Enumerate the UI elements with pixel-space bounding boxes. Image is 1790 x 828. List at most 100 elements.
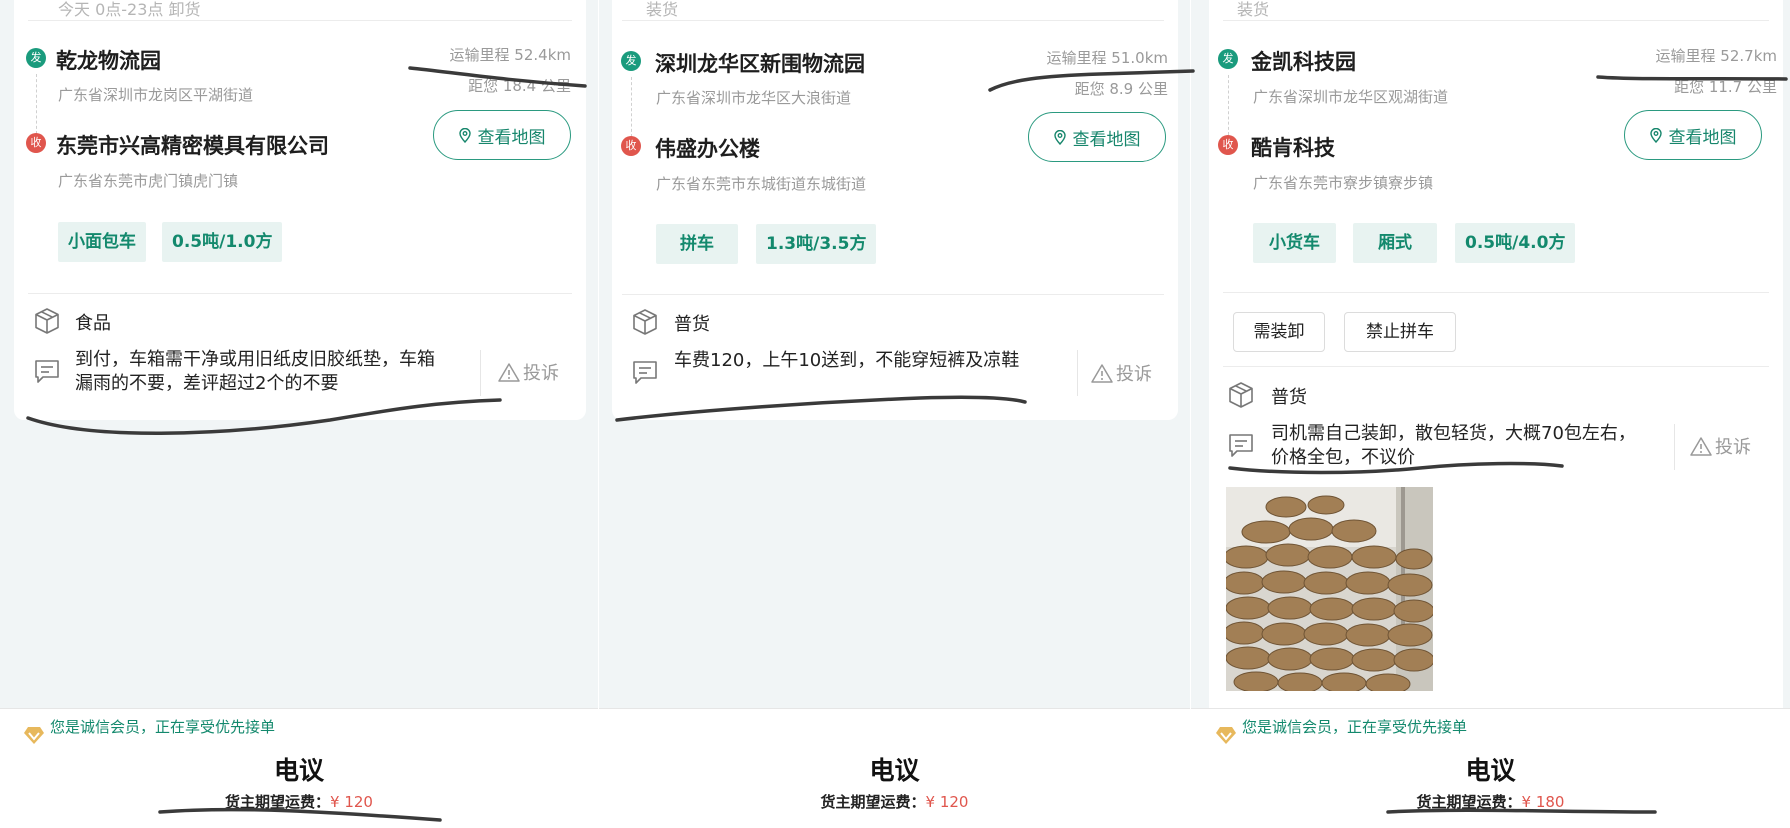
route-line xyxy=(1228,75,1229,135)
sender-address: 广东省深圳市龙岗区平湖街道 xyxy=(58,86,254,104)
location-pin-icon xyxy=(1054,130,1066,145)
price-mode: 电议 xyxy=(273,756,324,785)
receiver-name: 伟盛办公楼 xyxy=(655,137,760,161)
receiver-address: 广东省东莞市寮步镇寮步镇 xyxy=(1253,174,1434,192)
needs-loading-tag: 需装卸 xyxy=(1233,312,1325,352)
freight-label: 货主期望运费： xyxy=(820,793,926,811)
cargo-type: 食品 xyxy=(75,313,111,334)
view-map-label: 查看地图 xyxy=(477,127,546,148)
complain-label: 投诉 xyxy=(1116,364,1152,385)
cargo-type: 普货 xyxy=(1271,387,1307,408)
separator xyxy=(1077,350,1078,396)
view-map-button[interactable]: 查看地图 xyxy=(433,110,571,160)
member-notice: 您是诚信会员，正在享受优先接单 xyxy=(1242,718,1468,736)
no-carpool-tag: 禁止拼车 xyxy=(1344,312,1456,352)
order-card[interactable]: 装货 发 深圳龙华区新围物流园 广东省深圳市龙华区大浪街道 运输里程 51.0k… xyxy=(612,0,1178,420)
complain-label: 投诉 xyxy=(523,363,559,384)
bottom-bar: 您是诚信会员，正在享受优先接单 电议 货主期望运费：¥ 180 xyxy=(1191,708,1790,828)
separator xyxy=(480,350,481,396)
view-map-button[interactable]: 查看地图 xyxy=(1028,112,1166,162)
receiver-name: 酷肯科技 xyxy=(1251,136,1335,160)
price-mode: 电议 xyxy=(869,756,920,785)
route-line xyxy=(36,74,37,134)
capacity-tag: 1.3吨/3.5方 xyxy=(756,224,877,264)
divider xyxy=(622,294,1164,295)
freight-label: 货主期望运费： xyxy=(225,793,331,811)
freight-price: ¥ 180 xyxy=(1521,793,1565,811)
member-notice: 您是诚信会员，正在享受优先接单 xyxy=(50,718,276,736)
load-time: 装货 xyxy=(646,0,679,19)
freight-label: 货主期望运费： xyxy=(1416,793,1522,811)
send-badge: 发 xyxy=(1218,49,1238,69)
view-map-label: 查看地图 xyxy=(1072,129,1141,150)
divider xyxy=(28,293,572,294)
order-panel-3: 装货 发 金凯科技园 广东省深圳市龙华区观湖街道 运输里程 52.7km 距您 … xyxy=(1191,0,1790,828)
message-icon xyxy=(631,359,659,385)
route-line xyxy=(631,77,632,137)
distance-from-you: 距您 18.4 公里 xyxy=(468,77,571,95)
divider xyxy=(28,20,572,21)
send-badge: 发 xyxy=(621,51,641,71)
vip-heart-icon xyxy=(22,724,46,746)
divider xyxy=(622,20,1164,21)
receiver-address: 广东省东莞市东城街道东城街道 xyxy=(656,175,867,193)
complain-button[interactable]: 投诉 xyxy=(1690,433,1751,459)
load-time: 今天 0点-23点 卸货 xyxy=(58,0,201,19)
order-note: 到付，车箱需干净或用旧纸皮旧胶纸垫，车箱漏雨的不要，差评超过2个的不要 xyxy=(75,349,435,394)
order-card[interactable]: 今天 0点-23点 卸货 发 乾龙物流园 广东省深圳市龙岗区平湖街道 运输里程 … xyxy=(14,0,586,420)
vehicle-tag: 小面包车 xyxy=(58,222,146,262)
receive-badge: 收 xyxy=(26,133,46,153)
order-panel-1: 今天 0点-23点 卸货 发 乾龙物流园 广东省深圳市龙岗区平湖街道 运输里程 … xyxy=(0,0,598,828)
divider xyxy=(1223,292,1769,293)
view-map-button[interactable]: 查看地图 xyxy=(1624,110,1762,160)
distance-from-you: 距您 8.9 公里 xyxy=(1074,80,1168,98)
sender-address: 广东省深圳市龙华区大浪街道 xyxy=(656,89,852,107)
bottom-bar: 您是诚信会员，正在享受优先接单 电议 货主期望运费：¥ 120 xyxy=(0,708,598,828)
mileage: 运输里程 52.4km xyxy=(449,46,571,64)
location-pin-icon xyxy=(1650,128,1662,143)
vehicle-tag: 拼车 xyxy=(656,224,738,264)
complain-button[interactable]: 投诉 xyxy=(1091,360,1152,386)
receiver-address: 广东省东莞市虎门镇虎门镇 xyxy=(58,172,239,190)
sender-name: 深圳龙华区新围物流园 xyxy=(655,52,865,76)
sender-name: 金凯科技园 xyxy=(1251,50,1356,74)
message-icon xyxy=(1227,432,1255,458)
receiver-name: 东莞市兴高精密模具有限公司 xyxy=(56,134,329,158)
divider xyxy=(1223,366,1769,367)
capacity-tag: 0.5吨/1.0方 xyxy=(162,222,283,262)
box-type-tag: 厢式 xyxy=(1353,223,1437,263)
cargo-type: 普货 xyxy=(674,314,710,335)
box-icon xyxy=(33,307,61,335)
vehicle-tag: 小货车 xyxy=(1253,223,1336,263)
box-icon xyxy=(631,308,659,336)
order-note: 车费120，上午10送到，不能穿短裤及凉鞋 xyxy=(674,350,1020,371)
order-panel-2: 装货 发 深圳龙华区新围物流园 广东省深圳市龙华区大浪街道 运输里程 51.0k… xyxy=(599,0,1190,828)
view-map-label: 查看地图 xyxy=(1668,127,1737,148)
warning-icon xyxy=(1091,363,1113,383)
divider xyxy=(1223,20,1769,21)
freight-price: ¥ 120 xyxy=(925,793,969,811)
freight-price: ¥ 120 xyxy=(330,793,373,811)
capacity-tag: 0.5吨/4.0方 xyxy=(1455,223,1576,263)
warning-icon xyxy=(498,362,520,382)
mileage: 运输里程 52.7km xyxy=(1655,47,1777,65)
vip-heart-icon xyxy=(1214,724,1238,746)
message-icon xyxy=(33,358,61,384)
complain-button[interactable]: 投诉 xyxy=(498,359,559,385)
load-time: 装货 xyxy=(1237,0,1270,19)
expected-freight: 货主期望运费：¥ 120 xyxy=(599,791,1190,812)
send-badge: 发 xyxy=(26,48,46,68)
receive-badge: 收 xyxy=(621,136,641,156)
bottom-bar: 电议 货主期望运费：¥ 120 xyxy=(599,708,1190,828)
sender-address: 广东省深圳市龙华区观湖街道 xyxy=(1253,88,1449,106)
cargo-photo[interactable] xyxy=(1226,487,1433,691)
order-note: 司机需自己装卸，散包轻货，大概70包左右，价格全包，不议价 xyxy=(1271,423,1636,468)
warning-icon xyxy=(1690,436,1712,456)
sender-name: 乾龙物流园 xyxy=(56,49,161,73)
receive-badge: 收 xyxy=(1218,135,1238,155)
location-pin-icon xyxy=(459,128,471,143)
expected-freight: 货主期望运费：¥ 180 xyxy=(1191,791,1790,812)
expected-freight: 货主期望运费：¥ 120 xyxy=(0,791,598,812)
separator xyxy=(1674,424,1675,470)
complain-label: 投诉 xyxy=(1715,437,1751,458)
